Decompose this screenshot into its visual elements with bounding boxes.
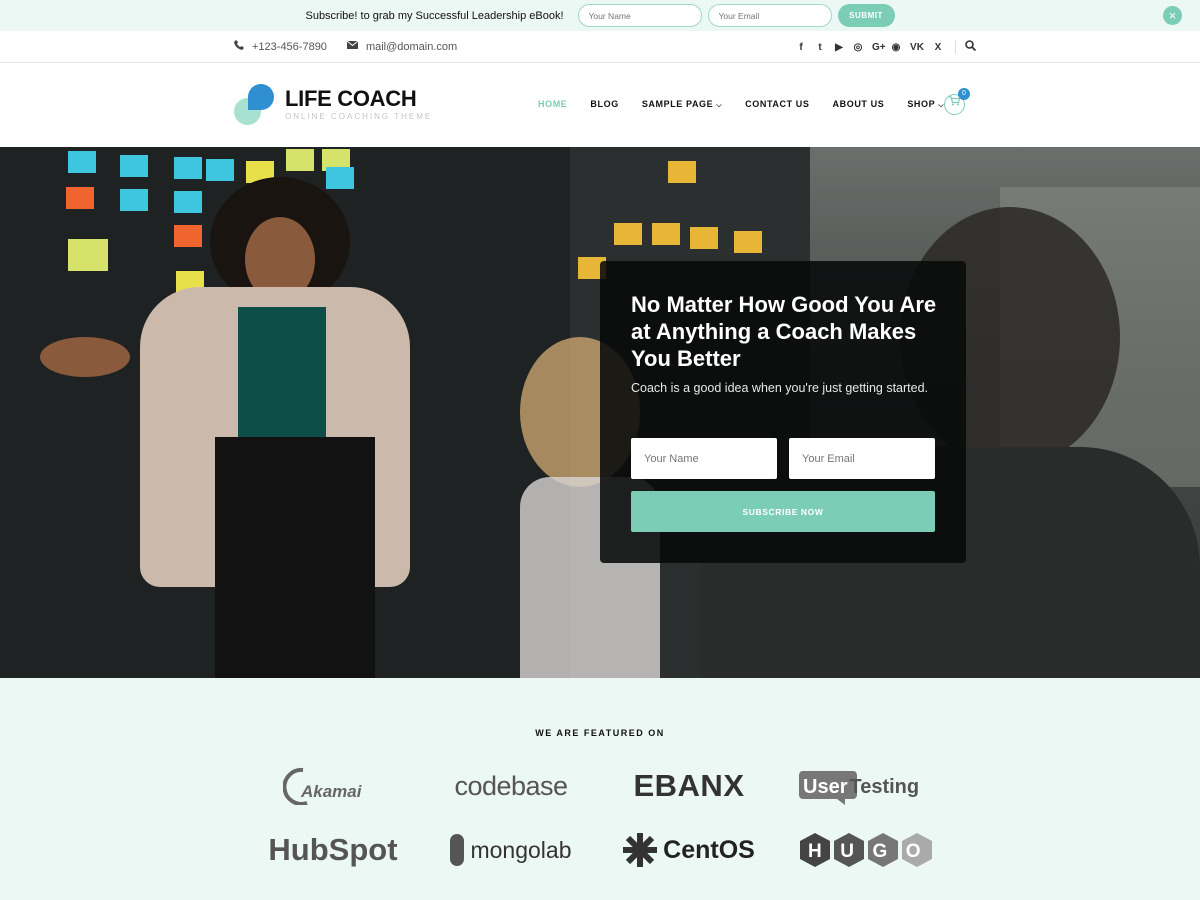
- usertesting-logo: User Testing: [778, 766, 956, 806]
- nav-blog[interactable]: BLOG: [590, 99, 618, 110]
- akamai-logo-text: Akamai: [300, 782, 363, 801]
- divider: [955, 40, 956, 54]
- mongolab-icon: [450, 834, 465, 866]
- mongolab-logo-text: mongolab: [470, 836, 572, 863]
- cart-button[interactable]: 0: [944, 88, 970, 115]
- nav-shop-label: SHOP: [907, 99, 936, 109]
- hugo-logo: HUGO: [778, 830, 956, 870]
- hubspot-logo-text: HubSpot: [268, 832, 398, 867]
- cart-count-badge: 0: [958, 88, 970, 100]
- notice-submit-button[interactable]: SUBMIT: [837, 4, 895, 27]
- notice-email-input[interactable]: [707, 4, 832, 27]
- hugo-logo-text: HUGO: [808, 841, 937, 862]
- twitter-icon[interactable]: t: [815, 42, 825, 53]
- social-links: f t ▶ ◎ G+ ◉ VK X: [796, 40, 984, 54]
- hubspot-logo: HubSpot: [244, 830, 422, 870]
- nav-sample-page-label: SAMPLE PAGE: [641, 99, 714, 109]
- logo-tagline: ONLINE COACHING THEME: [285, 112, 433, 121]
- featured-section: WE ARE FEATURED ON Akamai codebase EBANX…: [0, 678, 1200, 900]
- contact-info: +123-456-7890 mail@domain.com: [234, 40, 457, 53]
- notice-name-input[interactable]: [577, 4, 702, 27]
- logo-bubble-blue: [248, 84, 274, 110]
- notice-text: Subscribe! to grab my Successful Leaders…: [305, 9, 564, 22]
- centos-logo: CentOS: [600, 830, 778, 870]
- codebase-logo-text: codebase: [454, 770, 568, 801]
- hero-section: No Matter How Good You Are at Anything a…: [0, 147, 1200, 678]
- logo-name: LIFE COACH: [285, 86, 417, 111]
- akamai-logo: Akamai: [244, 766, 422, 806]
- nav-about-us[interactable]: ABOUT US: [833, 99, 885, 110]
- phone-icon: [234, 40, 244, 53]
- notification-bar: Subscribe! to grab my Successful Leaders…: [0, 0, 1200, 31]
- mail-icon: [346, 40, 359, 52]
- centos-icon: [623, 833, 658, 867]
- youtube-icon[interactable]: ▶: [834, 42, 844, 53]
- nav-shop[interactable]: SHOP ⌵: [907, 99, 944, 110]
- search-icon[interactable]: [965, 40, 977, 54]
- google-plus-icon[interactable]: G+: [872, 42, 886, 53]
- site-logo[interactable]: LIFE COACH ONLINE COACHING THEME: [234, 84, 444, 128]
- hero-subscribe-card: No Matter How Good You Are at Anything a…: [600, 261, 966, 563]
- nav-sample-page[interactable]: SAMPLE PAGE ⌵: [642, 99, 722, 110]
- featured-logos-row-1: Akamai codebase EBANX User Testing: [244, 766, 956, 806]
- featured-title: WE ARE FEATURED ON: [535, 728, 665, 738]
- facebook-icon[interactable]: f: [796, 42, 806, 53]
- mongolab-logo: mongolab: [422, 830, 600, 870]
- hero-subtitle: Coach is a good idea when you're just ge…: [631, 381, 929, 395]
- ebanx-logo: EBANX: [600, 766, 778, 806]
- nav-contact-us[interactable]: CONTACT US: [745, 99, 809, 110]
- hero-name-input[interactable]: [631, 438, 777, 479]
- phone-number[interactable]: +123-456-7890: [252, 41, 327, 53]
- vk-icon[interactable]: VK: [910, 42, 924, 53]
- featured-logos-row-2: HubSpot mongolab CentOS HUGO: [244, 830, 956, 870]
- codebase-logo: codebase: [422, 766, 600, 806]
- close-icon[interactable]: ×: [1163, 6, 1182, 25]
- primary-nav: HOME BLOG SAMPLE PAGE ⌵ CONTACT US ABOUT …: [538, 99, 967, 110]
- email-address[interactable]: mail@domain.com: [366, 41, 457, 53]
- cart-icon: [949, 96, 961, 109]
- hero-title: No Matter How Good You Are at Anything a…: [631, 292, 937, 371]
- centos-logo-text: CentOS: [663, 835, 755, 864]
- odnoklassniki-icon[interactable]: ◉: [891, 42, 901, 53]
- instagram-icon[interactable]: ◎: [853, 42, 863, 53]
- subscribe-now-button[interactable]: SUBSCRIBE NOW: [631, 491, 935, 532]
- hero-email-input[interactable]: [789, 438, 935, 479]
- ebanx-logo-text: EBANX: [633, 768, 745, 803]
- top-bar: +123-456-7890 mail@domain.com f t ▶ ◎ G+…: [0, 31, 1200, 63]
- xing-icon[interactable]: X: [933, 42, 943, 53]
- usertesting-logo-text: User Testing: [803, 776, 919, 798]
- nav-home[interactable]: HOME: [538, 99, 567, 110]
- main-header: LIFE COACH ONLINE COACHING THEME HOME BL…: [0, 63, 1200, 147]
- chevron-down-icon: ⌵: [716, 102, 723, 109]
